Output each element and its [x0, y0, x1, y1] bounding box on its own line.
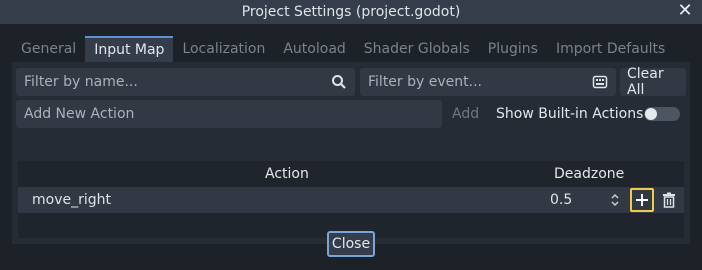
clear-all-button[interactable]: Clear All: [620, 66, 686, 98]
project-settings-dialog: General Input Map Localization Autoload …: [0, 24, 702, 270]
filter-by-event-placeholder: Filter by event...: [368, 74, 482, 90]
filter-by-name-placeholder: Filter by name...: [24, 74, 138, 90]
table-header: Action Deadzone: [18, 161, 684, 187]
window-titlebar: Project Settings (project.godot) ✕: [0, 0, 702, 24]
add-button[interactable]: Add: [452, 100, 479, 128]
search-icon: [331, 74, 347, 90]
keyboard-icon[interactable]: [592, 74, 608, 90]
plus-icon: [636, 194, 648, 206]
filter-by-event-input[interactable]: Filter by event...: [360, 68, 616, 96]
close-button[interactable]: Close: [327, 231, 375, 257]
action-table: Action Deadzone move_right 0.5: [18, 161, 684, 238]
tab-autoload[interactable]: Autoload: [274, 36, 354, 62]
show-builtin-toggle[interactable]: [644, 107, 680, 121]
deadzone-value[interactable]: 0.5: [550, 187, 572, 213]
table-row[interactable]: move_right 0.5: [18, 187, 684, 213]
tab-plugins[interactable]: Plugins: [479, 36, 547, 62]
remove-action-button[interactable]: [662, 187, 676, 213]
tab-import-defaults[interactable]: Import Defaults: [547, 36, 674, 62]
stepper-arrows-icon[interactable]: [610, 192, 620, 208]
tab-localization[interactable]: Localization: [173, 36, 274, 62]
filter-by-name-input[interactable]: Filter by name...: [16, 68, 355, 96]
input-map-panel: Filter by name... Filter by event... Cle…: [12, 62, 690, 244]
action-name[interactable]: move_right: [32, 187, 111, 213]
window-title: Project Settings (project.godot): [241, 4, 461, 20]
column-header-deadzone: Deadzone: [554, 166, 625, 182]
tab-bar: General Input Map Localization Autoload …: [12, 36, 674, 62]
tab-shader-globals[interactable]: Shader Globals: [355, 36, 479, 62]
show-builtin-label: Show Built-in Actions: [496, 106, 644, 122]
close-icon[interactable]: ✕: [676, 2, 694, 20]
add-event-button[interactable]: [630, 188, 654, 212]
tab-input-map[interactable]: Input Map: [85, 36, 174, 62]
new-action-placeholder: Add New Action: [24, 106, 135, 122]
deadzone-stepper[interactable]: [610, 187, 620, 213]
new-action-input[interactable]: Add New Action: [16, 100, 442, 128]
tab-general[interactable]: General: [12, 36, 85, 62]
column-header-action: Action: [265, 166, 309, 182]
toggle-knob: [645, 108, 657, 120]
trash-icon: [663, 192, 675, 208]
